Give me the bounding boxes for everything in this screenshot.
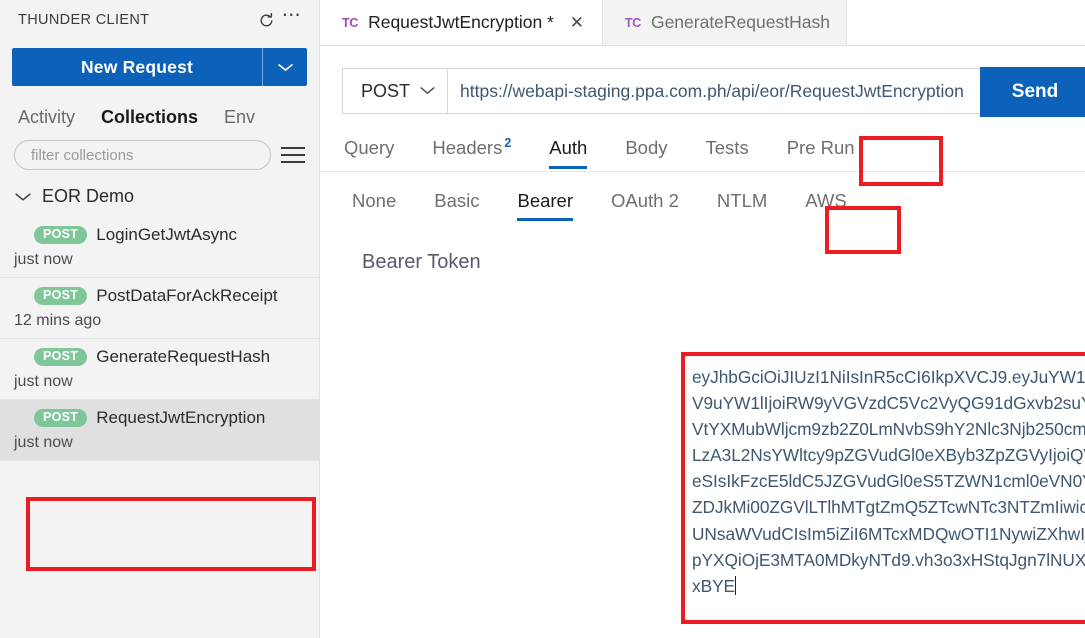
list-item[interactable]: POST GenerateRequestHash just now (0, 339, 319, 400)
collection-eor-demo[interactable]: EOR Demo (0, 180, 319, 213)
tab-tests-label: Tests (705, 137, 749, 159)
auth-tab-bearer[interactable]: Bearer (517, 190, 573, 223)
request-section-tabs: Query Headers 2 Auth Body Tests Pre Run (320, 114, 1085, 171)
thunder-client-icon: TC (342, 15, 359, 30)
filter-row (0, 130, 319, 180)
thunder-client-window: THUNDER CLIENT ⋯ New Request Activity Co… (0, 0, 1085, 638)
tab-query-label: Query (344, 137, 395, 159)
auth-tab-aws[interactable]: AWS (805, 190, 846, 223)
token-line: eSIsIkFzcE5ldC5JZGVudGl0eS5TZWN1cml0eVN0… (692, 471, 1085, 492)
bearer-token-textarea[interactable]: eyJhbGciOiJIUzI1NiIsInR5cCI6IkpXVCJ9.eyJ… (683, 354, 1085, 622)
request-timestamp: just now (14, 373, 73, 390)
tab-body[interactable]: Body (625, 137, 667, 171)
auth-tab-ntlm[interactable]: NTLM (717, 190, 767, 223)
bearer-token-label: Bearer Token (362, 251, 481, 274)
text-caret (735, 575, 737, 595)
filter-collections-input[interactable] (14, 140, 271, 170)
main-panel: TC RequestJwtEncryption * ✕ TC GenerateR… (320, 0, 1085, 638)
tab-pre-run[interactable]: Pre Run (787, 137, 855, 171)
url-text: https://webapi-staging.ppa.com.ph/api/eo… (460, 80, 964, 101)
request-list: POST LoginGetJwtAsync just now POST Post… (0, 217, 319, 461)
send-button[interactable]: Send (980, 67, 1085, 117)
sidebar-tabs: Activity Collections Env (0, 86, 319, 130)
new-request-button[interactable]: New Request (12, 48, 307, 86)
tab-query[interactable]: Query (344, 137, 394, 171)
chevron-down-icon (14, 188, 32, 206)
auth-type-tabs: None Basic Bearer OAuth 2 NTLM AWS (320, 172, 1085, 223)
request-url-row: POST https://webapi-staging.ppa.com.ph/a… (342, 67, 1085, 117)
tab-pre-run-label: Pre Run (786, 137, 855, 159)
token-line: ZDJkMi00ZGVlLTlhMTgtZmQ5ZTcwNTc3NTZmIiwi… (692, 497, 1085, 518)
highlight-box-sidebar-request (26, 497, 316, 571)
list-item[interactable]: POST PostDataForAckReceipt 12 mins ago (0, 278, 319, 339)
token-line: UNsaWVudCIsIm5iZiI6MTcxMDQwOTI1NywiZXhwI… (692, 523, 1085, 544)
tab-auth[interactable]: Auth (549, 137, 588, 171)
method-badge: POST (34, 287, 88, 305)
request-timestamp: just now (14, 434, 73, 451)
tabbar-empty-space (846, 0, 1085, 45)
auth-tab-basic[interactable]: Basic (434, 190, 479, 223)
sidebar-tab-env[interactable]: Env (224, 107, 255, 130)
tab-tests[interactable]: Tests (706, 137, 749, 171)
list-item[interactable]: POST LoginGetJwtAsync just now (0, 217, 319, 278)
request-row-top: POST LoginGetJwtAsync (34, 225, 309, 245)
method-badge: POST (34, 409, 88, 427)
token-line: VtYXMubWljcm9zb2Z0LmNvbS9hY2Nlc3Njb250cm… (692, 419, 1085, 440)
new-request-label: New Request (80, 56, 194, 77)
headers-count-badge: 2 (504, 136, 512, 150)
url-input[interactable]: https://webapi-staging.ppa.com.ph/api/eo… (447, 68, 1036, 114)
token-line: eyJhbGciOiJIUzI1NiIsInR5cCI6IkpXVCJ9.eyJ… (692, 367, 1085, 387)
token-line: pYXQiOjE3MTA0MDkyNTd9.vh3o3xHStqJgn7lNUX… (692, 549, 1085, 570)
token-line-last: xBYE (692, 573, 1085, 599)
http-method-select[interactable]: POST (342, 68, 447, 114)
tab-body-label: Body (625, 137, 668, 159)
refresh-icon[interactable] (253, 7, 279, 33)
request-timestamp: 12 mins ago (14, 312, 102, 329)
sidebar-tab-collections[interactable]: Collections (101, 107, 198, 130)
sidebar-title: THUNDER CLIENT (18, 12, 150, 28)
editor-tabbar: TC RequestJwtEncryption * ✕ TC GenerateR… (320, 0, 1085, 46)
tab-label: RequestJwtEncryption * (368, 12, 554, 32)
request-row-top: POST GenerateRequestHash (34, 347, 309, 367)
tab-headers-label: Headers (432, 137, 503, 159)
request-name: GenerateRequestHash (96, 347, 271, 366)
chevron-down-icon (420, 82, 435, 100)
list-item-selected[interactable]: POST RequestJwtEncryption just now (0, 400, 319, 461)
token-line: V9uYW1lIjoiRW9yVGVzdC5Vc2VyQG91dGxvb2suY… (692, 393, 1085, 414)
http-method-label: POST (361, 80, 411, 101)
token-line-last-text: xBYE (692, 575, 736, 596)
request-row-top: POST RequestJwtEncryption (34, 408, 309, 428)
method-badge: POST (34, 226, 88, 244)
token-line: LzA3L2NsYWltcy9pZGVudGl0eXByb3ZpZGVyIjoi… (692, 445, 1085, 466)
sidebar-tab-activity[interactable]: Activity (18, 107, 75, 130)
collection-name: EOR Demo (42, 186, 135, 206)
request-name: RequestJwtEncryption (96, 408, 266, 427)
tab-label: GenerateRequestHash (650, 12, 830, 32)
tab-request-jwt-encryption[interactable]: TC RequestJwtEncryption * ✕ (320, 0, 603, 45)
sidebar: THUNDER CLIENT ⋯ New Request Activity Co… (0, 0, 320, 638)
auth-tab-none[interactable]: None (352, 190, 396, 223)
thunder-client-icon: TC (624, 15, 641, 30)
tab-generate-request-hash[interactable]: TC GenerateRequestHash (602, 0, 847, 45)
new-request-dropdown-arrow[interactable] (262, 48, 307, 86)
close-icon[interactable]: ✕ (568, 13, 586, 33)
request-name: LoginGetJwtAsync (96, 225, 238, 244)
request-name: PostDataForAckReceipt (96, 286, 278, 305)
method-badge: POST (34, 348, 88, 366)
hamburger-icon[interactable] (281, 144, 305, 166)
ellipsis-icon[interactable]: ⋯ (279, 6, 305, 33)
tab-headers[interactable]: Headers 2 (432, 136, 511, 171)
request-timestamp: just now (14, 251, 73, 268)
tab-auth-label: Auth (549, 137, 588, 159)
auth-tab-oauth2[interactable]: OAuth 2 (611, 190, 679, 223)
request-row-top: POST PostDataForAckReceipt (34, 286, 309, 306)
sidebar-header: THUNDER CLIENT ⋯ (0, 0, 319, 40)
